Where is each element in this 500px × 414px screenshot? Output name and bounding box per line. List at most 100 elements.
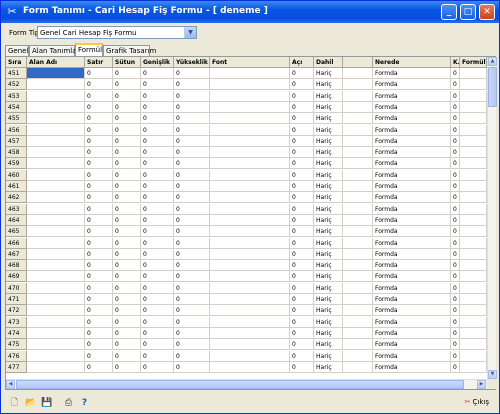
table-row[interactable]: 463 0 0 0 0 0 Hariç Formda 0	[6, 203, 487, 215]
genislik-cell[interactable]: 0	[141, 181, 174, 192]
blank-cell[interactable]	[343, 181, 373, 192]
yukseklik-cell[interactable]: 0	[174, 79, 210, 91]
k-cell[interactable]: 0	[451, 248, 460, 260]
alan-adi-cell[interactable]	[27, 350, 85, 362]
font-cell[interactable]	[210, 316, 290, 328]
font-cell[interactable]	[210, 361, 290, 373]
yukseklik-cell[interactable]: 0	[174, 294, 210, 305]
satir-cell[interactable]: 0	[85, 101, 113, 113]
blank-cell[interactable]	[343, 192, 373, 204]
font-cell[interactable]	[210, 147, 290, 159]
satir-cell[interactable]: 0	[85, 237, 113, 249]
dahil-cell[interactable]: Hariç	[314, 113, 343, 125]
row-number[interactable]: 462	[6, 192, 27, 204]
row-number[interactable]: 464	[6, 214, 27, 226]
scroll-right-icon[interactable]: ▶	[477, 380, 486, 389]
help-icon[interactable]: ?	[79, 398, 90, 409]
maximize-button[interactable]: □	[460, 4, 476, 20]
dahil-cell[interactable]: Hariç	[314, 282, 343, 294]
horizontal-scroll-thumb[interactable]	[16, 380, 464, 389]
blank-cell[interactable]	[343, 158, 373, 170]
blank-cell[interactable]	[343, 135, 373, 147]
blank-cell[interactable]	[343, 214, 373, 226]
dahil-cell[interactable]: Hariç	[314, 79, 343, 91]
nerede-cell[interactable]: Formda	[373, 361, 451, 373]
genislik-cell[interactable]: 0	[141, 214, 174, 226]
row-number[interactable]: 461	[6, 181, 27, 192]
yukseklik-cell[interactable]: 0	[174, 192, 210, 204]
nerede-cell[interactable]: Formda	[373, 147, 451, 159]
formul-cell[interactable]	[460, 113, 487, 125]
nerede-cell[interactable]: Formda	[373, 305, 451, 317]
aci-cell[interactable]: 0	[290, 169, 314, 181]
nerede-cell[interactable]: Formda	[373, 90, 451, 102]
yukseklik-cell[interactable]: 0	[174, 169, 210, 181]
satir-cell[interactable]: 0	[85, 124, 113, 136]
aci-cell[interactable]: 0	[290, 339, 314, 351]
table-row[interactable]: 459 0 0 0 0 0 Hariç Formda 0	[6, 158, 487, 170]
nerede-cell[interactable]: Formda	[373, 271, 451, 283]
nerede-cell[interactable]: Formda	[373, 350, 451, 362]
blank-cell[interactable]	[343, 248, 373, 260]
save-icon[interactable]: 💾	[41, 398, 52, 409]
exit-button[interactable]: ✂ Çıkış	[465, 398, 489, 406]
font-cell[interactable]	[210, 113, 290, 125]
column-header-dahil[interactable]: Dahil	[314, 57, 343, 68]
font-cell[interactable]	[210, 124, 290, 136]
alan-adi-cell[interactable]	[27, 248, 85, 260]
genislik-cell[interactable]: 0	[141, 339, 174, 351]
k-cell[interactable]: 0	[451, 113, 460, 125]
form-type-select[interactable]: Genel Cari Hesap Fiş Formu ▼	[37, 26, 197, 39]
table-row[interactable]: 471 0 0 0 0 0 Hariç Formda 0	[6, 294, 487, 305]
row-number[interactable]: 477	[6, 361, 27, 373]
nerede-cell[interactable]: Formda	[373, 327, 451, 339]
blank-cell[interactable]	[343, 169, 373, 181]
dahil-cell[interactable]: Hariç	[314, 124, 343, 136]
k-cell[interactable]: 0	[451, 124, 460, 136]
tab-alan-tanimlari[interactable]: Alan Tanımları	[29, 45, 81, 56]
sutun-cell[interactable]: 0	[113, 226, 141, 238]
dahil-cell[interactable]: Hariç	[314, 68, 343, 79]
nerede-cell[interactable]: Formda	[373, 79, 451, 91]
column-header-k[interactable]: K.	[451, 57, 460, 68]
yukseklik-cell[interactable]: 0	[174, 260, 210, 272]
yukseklik-cell[interactable]: 0	[174, 316, 210, 328]
formul-cell[interactable]	[460, 214, 487, 226]
blank-cell[interactable]	[343, 294, 373, 305]
satir-cell[interactable]: 0	[85, 192, 113, 204]
formul-cell[interactable]	[460, 271, 487, 283]
k-cell[interactable]: 0	[451, 339, 460, 351]
nerede-cell[interactable]: Formda	[373, 226, 451, 238]
table-row[interactable]: 464 0 0 0 0 0 Hariç Formda 0	[6, 214, 487, 226]
formul-cell[interactable]	[460, 147, 487, 159]
font-cell[interactable]	[210, 214, 290, 226]
genislik-cell[interactable]: 0	[141, 327, 174, 339]
title-bar[interactable]: ✂ Form Tanımı - Cari Hesap Fiş Formu - […	[1, 1, 499, 23]
satir-cell[interactable]: 0	[85, 214, 113, 226]
alan-adi-cell[interactable]	[27, 339, 85, 351]
k-cell[interactable]: 0	[451, 158, 460, 170]
nerede-cell[interactable]: Formda	[373, 101, 451, 113]
sutun-cell[interactable]: 0	[113, 135, 141, 147]
fields-grid[interactable]: Sıra Alan Adı Satır Sütun Genişlik Yükse…	[6, 57, 487, 379]
yukseklik-cell[interactable]: 0	[174, 237, 210, 249]
satir-cell[interactable]: 0	[85, 282, 113, 294]
scroll-left-icon[interactable]: ◀	[6, 380, 15, 389]
blank-cell[interactable]	[343, 226, 373, 238]
column-header-nerede[interactable]: Nerede	[373, 57, 451, 68]
font-cell[interactable]	[210, 282, 290, 294]
genislik-cell[interactable]: 0	[141, 350, 174, 362]
sutun-cell[interactable]: 0	[113, 260, 141, 272]
nerede-cell[interactable]: Formda	[373, 203, 451, 215]
dahil-cell[interactable]: Hariç	[314, 101, 343, 113]
yukseklik-cell[interactable]: 0	[174, 181, 210, 192]
font-cell[interactable]	[210, 305, 290, 317]
k-cell[interactable]: 0	[451, 271, 460, 283]
alan-adi-cell[interactable]	[27, 68, 85, 79]
yukseklik-cell[interactable]: 0	[174, 271, 210, 283]
satir-cell[interactable]: 0	[85, 226, 113, 238]
k-cell[interactable]: 0	[451, 181, 460, 192]
dahil-cell[interactable]: Hariç	[314, 294, 343, 305]
genislik-cell[interactable]: 0	[141, 124, 174, 136]
vertical-scroll-thumb[interactable]	[488, 67, 497, 107]
